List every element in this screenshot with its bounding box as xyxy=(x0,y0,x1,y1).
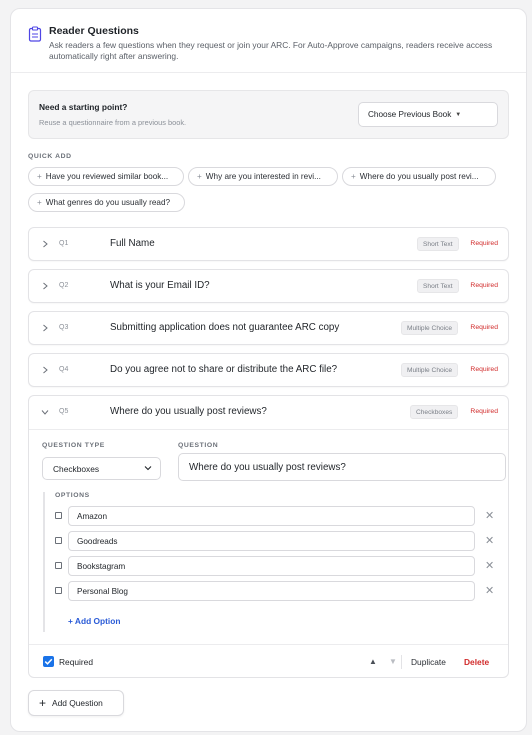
quick-add-chip-label: What genres do you usually read? xyxy=(45,198,171,207)
starting-point-title: Need a starting point? xyxy=(39,102,128,112)
plus-icon: + xyxy=(351,172,356,181)
quick-add-chip-label: Have you reviewed similar book... xyxy=(45,172,169,181)
starting-point-subtitle: Reuse a questionnaire from a previous bo… xyxy=(39,118,187,127)
question-text-input[interactable]: Where do you usually post reviews? xyxy=(178,453,506,481)
page-title: Reader Questions xyxy=(49,25,139,37)
question-editor-expanded: Q5 Where do you usually post reviews? Ch… xyxy=(28,395,509,678)
question-label: QUESTION xyxy=(178,442,219,449)
question-type-select[interactable]: Checkboxes xyxy=(42,457,161,480)
choose-previous-book-label: Choose Previous Book xyxy=(368,110,452,119)
chevron-right-icon[interactable] xyxy=(41,324,49,332)
question-type-badge: Short Text xyxy=(417,279,459,293)
question-title: Full Name xyxy=(110,238,155,249)
options-section: OPTIONS Amazon ✕ Goodreads ✕ Bookstagram… xyxy=(43,492,508,632)
question-row-expanded[interactable]: Q5 Where do you usually post reviews? Ch… xyxy=(29,396,508,430)
question-number: Q1 xyxy=(59,240,69,247)
question-number: Q4 xyxy=(59,366,69,373)
question-type-label: QUESTION TYPE xyxy=(42,442,105,449)
close-icon[interactable]: ✕ xyxy=(485,534,494,547)
close-icon[interactable]: ✕ xyxy=(485,584,494,597)
checkbox-preview-icon xyxy=(55,537,62,544)
question-row[interactable]: Q2 What is your Email ID? Short Text Req… xyxy=(28,269,509,303)
close-icon[interactable]: ✕ xyxy=(485,509,494,522)
question-row[interactable]: Q3 Submitting application does not guara… xyxy=(28,311,509,345)
chevron-down-icon[interactable] xyxy=(41,408,49,416)
quick-add-chip[interactable]: + Why are you interested in revi... xyxy=(188,167,338,186)
quick-add-chip-label: Where do you usually post revi... xyxy=(359,172,479,181)
question-title: Do you agree not to share or distribute … xyxy=(110,364,338,375)
plus-icon: + xyxy=(39,696,47,710)
question-type-badge: Multiple Choice xyxy=(401,363,459,377)
checkbox-preview-icon xyxy=(55,562,62,569)
plus-icon: + xyxy=(197,172,202,181)
checkbox-preview-icon xyxy=(55,587,62,594)
checkbox-preview-icon xyxy=(55,512,62,519)
question-number: Q3 xyxy=(59,324,69,331)
duplicate-button[interactable]: Duplicate xyxy=(411,657,446,667)
chevron-right-icon[interactable] xyxy=(41,366,49,374)
required-label: Required xyxy=(59,657,93,667)
options-label: OPTIONS xyxy=(55,492,90,499)
question-title: Where do you usually post reviews? xyxy=(110,406,267,417)
move-down-icon[interactable]: ▼ xyxy=(389,657,397,666)
chevron-down-icon xyxy=(144,466,152,471)
required-tag: Required xyxy=(470,282,498,289)
delete-button[interactable]: Delete xyxy=(464,657,489,667)
question-type-badge: Checkboxes xyxy=(410,405,459,419)
reader-questions-panel: Reader Questions Ask readers a few quest… xyxy=(10,8,527,732)
chevron-right-icon[interactable] xyxy=(41,240,49,248)
required-tag: Required xyxy=(470,324,498,331)
question-type-badge: Multiple Choice xyxy=(401,321,459,335)
question-number: Q2 xyxy=(59,282,69,289)
quick-add-chip[interactable]: + Where do you usually post revi... xyxy=(342,167,496,186)
chevron-right-icon[interactable] xyxy=(41,282,49,290)
plus-icon: + xyxy=(37,172,42,181)
caret-down-icon: ▼ xyxy=(455,111,462,118)
add-option-link[interactable]: + Add Option xyxy=(68,616,121,626)
option-input[interactable]: Personal Blog xyxy=(68,581,475,601)
question-row[interactable]: Q4 Do you agree not to share or distribu… xyxy=(28,353,509,387)
add-question-label: Add Question xyxy=(52,698,103,708)
required-tag: Required xyxy=(470,240,498,247)
panel-header: Reader Questions Ask readers a few quest… xyxy=(11,9,526,73)
question-row[interactable]: Q1 Full Name Short Text Required xyxy=(28,227,509,261)
add-question-button[interactable]: + Add Question xyxy=(28,690,124,716)
choose-previous-book-button[interactable]: Choose Previous Book ▼ xyxy=(358,102,498,127)
question-footer: Required ▲ ▼ Duplicate Delete xyxy=(29,644,508,678)
question-title: Submitting application does not guarante… xyxy=(110,322,340,333)
clipboard-icon xyxy=(28,26,42,42)
option-input[interactable]: Amazon xyxy=(68,506,475,526)
option-row: Amazon ✕ xyxy=(45,506,495,526)
option-row: Bookstagram ✕ xyxy=(45,556,495,576)
option-row: Personal Blog ✕ xyxy=(45,581,495,601)
quick-add-chip-label: Why are you interested in revi... xyxy=(205,172,321,181)
close-icon[interactable]: ✕ xyxy=(485,559,494,572)
required-checkbox[interactable] xyxy=(43,656,54,667)
move-up-icon[interactable]: ▲ xyxy=(369,657,377,666)
question-type-value: Checkboxes xyxy=(53,463,100,474)
option-input[interactable]: Goodreads xyxy=(68,531,475,551)
starting-point-card: Need a starting point? Reuse a questionn… xyxy=(28,90,509,139)
plus-icon: + xyxy=(37,198,42,207)
option-row: Goodreads ✕ xyxy=(45,531,495,551)
question-type-badge: Short Text xyxy=(417,237,459,251)
divider xyxy=(401,655,402,669)
option-input[interactable]: Bookstagram xyxy=(68,556,475,576)
page-description: Ask readers a few questions when they re… xyxy=(49,40,493,61)
required-tag: Required xyxy=(470,366,498,373)
quick-add-chip[interactable]: + What genres do you usually read? xyxy=(28,193,185,212)
quick-add-chip[interactable]: + Have you reviewed similar book... xyxy=(28,167,184,186)
required-tag: Required xyxy=(470,408,498,415)
quick-add-label: QUICK ADD xyxy=(28,153,72,160)
question-title: What is your Email ID? xyxy=(110,280,210,291)
question-number: Q5 xyxy=(59,408,69,415)
